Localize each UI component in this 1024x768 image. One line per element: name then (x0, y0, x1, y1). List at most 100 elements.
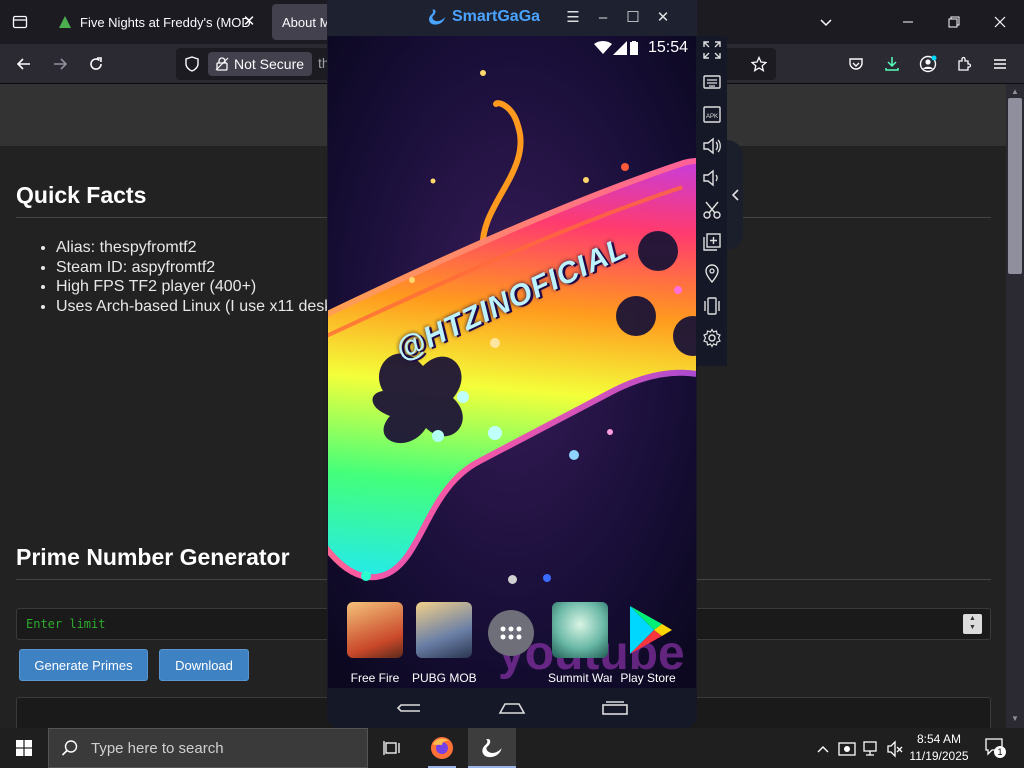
signal-icon (613, 41, 627, 55)
restore-button[interactable] (938, 8, 970, 36)
tab-fnaf[interactable]: Five Nights at Freddy's (MOD, U ✕ (48, 4, 266, 40)
list-item: High FPS TF2 player (400+) (56, 277, 332, 297)
taskbar-search[interactable]: Type here to search (48, 728, 368, 768)
emulator-minimize-button[interactable]: – (593, 8, 613, 28)
app-label: PUBG MOBI (412, 671, 476, 685)
smartgaga-logo: SmartGaGa (427, 7, 540, 27)
number-spinner[interactable]: ▲ ▼ (963, 614, 982, 634)
task-view-button[interactable] (376, 728, 408, 768)
chevron-up-icon (817, 746, 829, 753)
arrow-right-icon (54, 58, 68, 70)
start-button[interactable] (0, 728, 48, 768)
scroll-down-arrow[interactable]: ▼ (1011, 714, 1019, 723)
hamburger-icon (994, 59, 1006, 69)
back-button[interactable] (10, 50, 38, 78)
android-status-bar: 15:54 (328, 36, 696, 60)
free-fire-icon (347, 602, 403, 658)
gamepad-wallpaper (328, 36, 696, 688)
apk-install-icon[interactable]: APK (702, 104, 722, 124)
emulator-title-bar[interactable]: SmartGaGa ☰ – ☐ ✕ (327, 0, 697, 36)
app-free-fire[interactable]: Free Fire (343, 602, 407, 685)
network-button[interactable] (862, 738, 880, 758)
scroll-up-arrow[interactable]: ▲ (1011, 87, 1019, 96)
close-window-button[interactable] (984, 8, 1016, 36)
location-pin-icon[interactable] (702, 264, 722, 284)
generate-primes-button[interactable]: Generate Primes (19, 649, 148, 681)
list-all-tabs-button[interactable] (814, 10, 838, 34)
notification-count: 1 (994, 746, 1006, 758)
list-item: Uses Arch-based Linux (I use x11 desk (56, 297, 332, 317)
quick-facts-heading: Quick Facts (16, 182, 147, 208)
status-clock: 15:54 (647, 39, 688, 56)
reload-button[interactable] (82, 50, 110, 78)
keyboard-icon[interactable] (702, 72, 722, 92)
app-label: Free Fire (350, 671, 400, 685)
smartgaga-window: SmartGaGa ☰ – ☐ ✕ 15:54 @HTZINOFICIAL Fr… (327, 0, 697, 728)
search-icon (61, 740, 78, 756)
app-label: Summit War (548, 671, 612, 685)
task-view-icon (383, 741, 400, 755)
restore-icon (948, 16, 960, 28)
back-key-icon[interactable] (396, 700, 422, 716)
smartgaga-swan-icon (482, 739, 502, 758)
lock-strikethrough-icon (215, 57, 229, 71)
close-icon (994, 16, 1006, 28)
fullscreen-icon[interactable] (702, 40, 722, 60)
downloads-button[interactable] (878, 50, 906, 78)
notification-center-button[interactable]: 1 (984, 736, 1006, 758)
tab-overview-icon (12, 15, 28, 29)
account-button[interactable] (914, 50, 942, 78)
forward-button[interactable] (46, 50, 74, 78)
quick-facts-list: Alias: thespyfromtf2 Steam ID: aspyfromt… (56, 238, 332, 316)
download-button[interactable]: Download (159, 649, 249, 681)
clock[interactable]: 8:54 AM 11/19/2025 (904, 731, 974, 765)
minimize-button[interactable] (892, 8, 924, 36)
tab-close-icon[interactable]: ✕ (240, 13, 258, 31)
summit-war-icon (552, 602, 608, 658)
volume-down-icon[interactable] (702, 168, 722, 188)
volume-button[interactable] (886, 738, 904, 758)
app-summit-war[interactable]: Summit War (548, 602, 612, 685)
shield-icon (185, 56, 199, 72)
home-key-icon[interactable] (498, 700, 526, 716)
list-item: Steam ID: aspyfromtf2 (56, 258, 332, 278)
taskbar-smartgaga[interactable] (468, 728, 516, 768)
home-page-indicator (508, 575, 517, 584)
tracking-protection-button[interactable] (184, 56, 200, 72)
recents-key-icon[interactable] (601, 700, 629, 716)
bookmark-star-button[interactable] (751, 56, 767, 72)
ethernet-icon (863, 741, 877, 756)
prime-generator-heading: Prime Number Generator (16, 544, 290, 570)
menu-button[interactable] (986, 50, 1014, 78)
app-drawer-button[interactable] (488, 610, 534, 656)
apps-grid-icon (500, 626, 522, 640)
not-secure-badge[interactable]: Not Secure (208, 52, 313, 76)
site-favicon-icon (59, 16, 71, 28)
shake-icon[interactable] (702, 296, 722, 316)
tab-title: Five Nights at Freddy's (MOD, U (80, 14, 250, 30)
emulator-close-button[interactable]: ✕ (653, 8, 673, 28)
volume-up-icon[interactable] (702, 136, 722, 156)
gear-icon[interactable] (702, 328, 722, 348)
android-screen[interactable]: 15:54 @HTZINOFICIAL youtube Free Fire PU… (328, 36, 696, 688)
emulator-maximize-button[interactable]: ☐ (623, 8, 643, 28)
scissors-icon[interactable] (702, 200, 722, 220)
app-play-store[interactable]: Play Store (616, 602, 680, 685)
hidden-icons-button[interactable] (816, 738, 830, 756)
page-scrollbar[interactable]: ▲ ▼ (1006, 84, 1024, 728)
tab-list-button[interactable] (8, 10, 32, 34)
swan-icon (429, 9, 445, 25)
extensions-button[interactable] (950, 50, 978, 78)
tray-app-icon[interactable] (838, 738, 856, 758)
pocket-icon (849, 58, 863, 70)
multi-instance-icon[interactable] (702, 232, 722, 252)
chevron-left-icon (731, 189, 739, 201)
app-pubg-mobile[interactable]: PUBG MOBI (412, 602, 476, 685)
taskbar-firefox[interactable] (422, 728, 462, 768)
reload-icon (90, 57, 102, 70)
emulator-side-toolbar: APK (697, 36, 727, 366)
scroll-thumb[interactable] (1008, 98, 1022, 274)
pocket-button[interactable] (842, 50, 870, 78)
emulator-menu-button[interactable]: ☰ (563, 8, 583, 28)
collapse-toolbar-button[interactable] (727, 140, 743, 250)
